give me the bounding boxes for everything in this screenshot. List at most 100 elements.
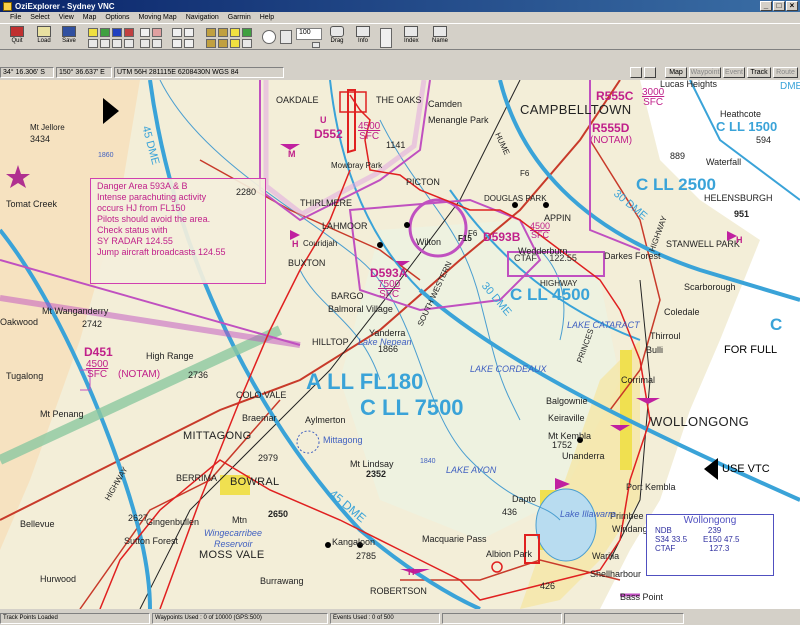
tool-icon-l[interactable] [218,28,228,37]
tool-icon-b[interactable] [100,39,110,48]
tool-icon-e[interactable] [140,39,150,48]
airspace-bottom: SFC [531,230,550,240]
tool-icon-i[interactable] [172,39,182,48]
info-button[interactable]: Info [356,26,370,49]
tab-event[interactable]: Event [723,67,745,78]
elevation-label: 1860 [98,152,114,159]
tool-icon-o[interactable] [206,39,216,48]
window-tab-icon[interactable] [630,67,642,78]
tool-icon-p[interactable] [218,39,228,48]
town-label: BUXTON [288,258,326,268]
grid-tool-icon[interactable] [140,28,150,37]
lake-label: Lake Illawarra [560,509,617,519]
airspace-r555d-note: (NOTAM) [590,135,633,146]
airspace-name: D593B [483,230,521,244]
town-label: Mtn [232,515,248,525]
danger-line-7: Jump aircraft broadcasts 124.55 [97,247,226,257]
tool-icon-f[interactable] [152,39,162,48]
town-label: Tugalong [6,371,44,381]
menu-view[interactable]: View [59,14,74,21]
status-message: Track Points Loaded [0,612,150,624]
town-label: Burrawang [260,576,304,586]
minimize-button[interactable]: _ [760,1,772,11]
name-icon [433,26,447,37]
town-label: Mt Penang [40,409,84,419]
menu-select[interactable]: Select [30,14,49,21]
mark-tool-icon[interactable] [152,28,162,37]
town-label: Wilton [416,237,442,247]
town-label: Heathcote [720,109,762,119]
tool-icon-k[interactable] [206,28,216,37]
drag-button[interactable]: Drag [330,26,344,49]
wedderburn-ctaf: CTAF [514,253,537,263]
maximize-button[interactable]: □ [773,1,785,11]
menu-file[interactable]: File [10,14,21,21]
town-label: Camden [428,99,463,109]
danger-line-5: Check status with [97,225,168,235]
airspace-d593b-limits: 4500 SFC [530,222,550,240]
menu-options[interactable]: Options [105,14,129,21]
elevation-label: 2627 [128,513,149,523]
town-label: Mowbray Park [331,161,383,170]
zoom-select[interactable]: 100 [296,28,322,40]
menu-navigation[interactable]: Navigation [186,14,219,21]
zoom-in-icon[interactable] [262,30,276,44]
tool-icon-q[interactable] [230,39,240,48]
tool-icon-j[interactable] [184,39,194,48]
town-label: Keiraville [548,413,585,423]
track-tool-icon[interactable] [124,28,134,37]
waypoint-tool-icon[interactable] [88,28,98,37]
lake-label: LAKE CATARACT [567,320,640,330]
town-label: Dapto [512,494,537,504]
town-label: Coledale [664,307,700,317]
town-label: Balmoral Village [328,304,393,314]
town-label: Aylmerton [305,415,346,425]
name-button[interactable]: Name [432,26,448,49]
town-label: Balgownie [546,396,588,406]
ndb-ctaf-frequency: 127.3 [709,544,730,553]
use-vtc-label: USE VTC [722,463,770,475]
tool-icon-a[interactable] [88,39,98,48]
map-canvas[interactable]: Danger Area 593A & B Intense parachuting… [0,80,800,609]
arrow-left-icon [103,98,119,124]
menu-moving-map[interactable]: Moving Map [139,14,177,21]
tool-icon-n[interactable] [242,28,252,37]
tool-icon-g[interactable] [172,28,182,37]
save-button[interactable]: Save [62,26,76,49]
menu-garmin[interactable]: Garmin [228,14,251,21]
route-tool-icon[interactable] [112,28,122,37]
quit-button[interactable]: Quit [10,26,24,49]
tab-map[interactable]: Map [665,67,687,78]
town-label: Mt Jellore [30,123,65,132]
index-button[interactable]: Index [404,26,419,49]
save-label: Save [62,38,76,44]
town-label: High Range [146,351,194,361]
elevation-label: 426 [540,581,556,591]
load-icon [37,26,51,37]
navigate-icon[interactable] [380,28,392,48]
town-label: Braemar [242,413,277,423]
tab-route[interactable]: Route [773,67,798,78]
tab-track[interactable]: Track [747,67,771,78]
airspace-name: D593A [370,266,408,280]
tool-icon-d[interactable] [124,39,134,48]
close-button[interactable]: × [786,1,798,11]
menu-help[interactable]: Help [260,14,274,21]
index-icon [404,26,419,37]
window-tab-icon-2[interactable] [644,67,656,78]
chevron-down-icon[interactable] [312,42,320,48]
ndb-frequency: 239 [707,526,722,535]
town-label: Albion Park [486,549,533,559]
ndb-label: NDB [655,526,672,535]
tool-icon-h[interactable] [184,28,194,37]
tool-icon-c[interactable] [112,39,122,48]
tool-icon-m[interactable] [230,28,240,37]
menu-map[interactable]: Map [83,14,97,21]
event-tool-icon[interactable] [100,28,110,37]
zoom-out-icon[interactable] [280,30,292,44]
town-label: ROBERTSON [370,586,427,596]
tool-icon-r[interactable] [242,39,252,48]
tab-waypoint[interactable]: Waypoint [689,67,721,78]
load-button[interactable]: Load [37,26,51,49]
town-label: PICTON [406,177,440,187]
